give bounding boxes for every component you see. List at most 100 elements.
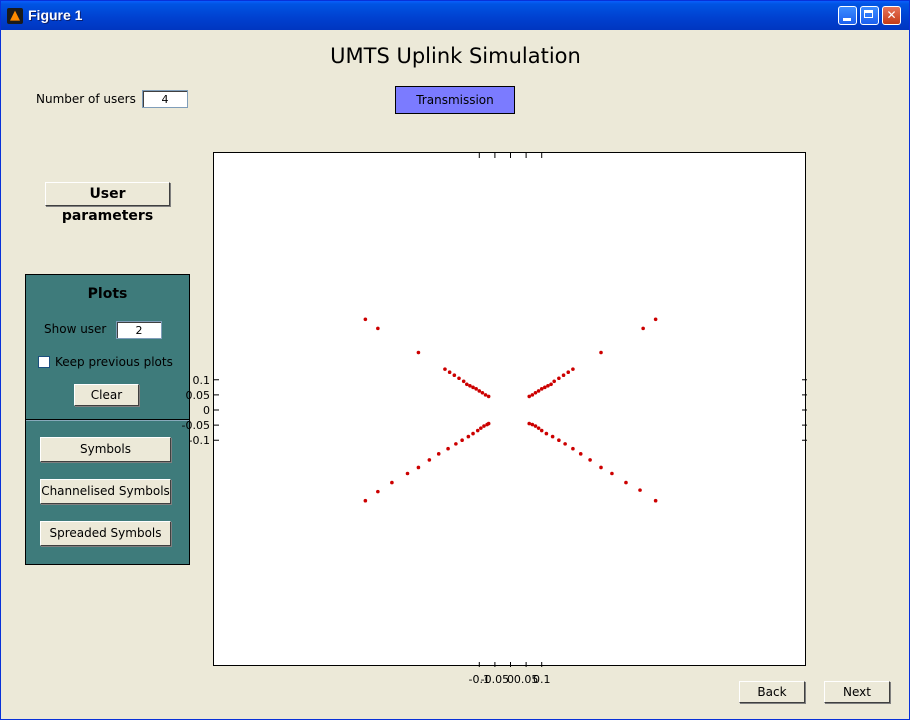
scatter-point: [447, 370, 452, 375]
scatter-point: [641, 326, 645, 331]
scatter-point: [436, 452, 441, 456]
x-tick-label: 0.1: [533, 673, 551, 686]
num-users-label: Number of users: [36, 92, 136, 106]
x-tick-label: -0.05: [481, 673, 509, 686]
scatter-point: [539, 428, 544, 433]
show-user-label: Show user: [44, 322, 107, 336]
page-title: UMTS Uplink Simulation: [330, 44, 581, 68]
scatter-point: [460, 438, 464, 443]
scatter-point: [578, 452, 583, 456]
scatter-point: [475, 428, 480, 433]
scatter-point: [527, 394, 532, 399]
scatter-point: [638, 488, 642, 492]
scatter-point: [454, 442, 458, 446]
scatter-point: [530, 393, 535, 397]
scatter-point: [471, 385, 475, 390]
matlab-icon: ▲: [7, 8, 23, 24]
scatter-point: [376, 489, 380, 494]
scatter-point: [482, 424, 486, 428]
y-tick-label: 0: [203, 404, 210, 417]
close-button[interactable]: ✕: [882, 6, 901, 25]
scatter-point: [557, 438, 561, 443]
minimize-icon: [843, 18, 851, 21]
scatter-point: [530, 422, 535, 427]
plots-panel-title: Plots: [87, 286, 128, 302]
title-bar[interactable]: ▲ Figure 1 ✕: [1, 1, 909, 30]
show-user-input[interactable]: 2: [116, 321, 162, 339]
scatter-point: [563, 442, 567, 446]
scatter-point: [457, 376, 461, 381]
scatter-point: [536, 389, 541, 393]
scatter-point: [550, 434, 555, 439]
scatter-point: [653, 498, 658, 503]
y-tick-label: -0.1: [189, 434, 210, 447]
user-parameters-button[interactable]: User parameters: [45, 182, 170, 224]
scatter-point: [624, 480, 628, 485]
channelised-symbols-button[interactable]: Channelised Symbols: [40, 479, 171, 504]
spreaded-symbols-button[interactable]: Spreaded Symbols: [40, 521, 171, 546]
scatter-point: [486, 421, 491, 426]
minimize-button[interactable]: [838, 6, 857, 25]
scatter-point: [543, 385, 547, 390]
constellation-svg: -0.1-0.050 0.050.10.10.050-0.05-0.1: [182, 153, 807, 686]
close-icon: ✕: [886, 8, 897, 22]
transmission-button[interactable]: Transmission: [395, 86, 515, 114]
scatter-point: [557, 376, 561, 381]
scatter-point: [474, 387, 478, 391]
scatter-point: [588, 458, 592, 462]
figure-client-area: UMTS Uplink Simulation Number of users 4…: [5, 30, 906, 716]
y-tick-label: 0.05: [186, 389, 211, 402]
maximize-button[interactable]: [860, 6, 879, 25]
window-title: Figure 1: [28, 7, 83, 23]
scatter-point: [427, 458, 432, 462]
maximize-icon: [864, 10, 873, 18]
scatter-point: [376, 326, 380, 331]
scatter-point: [536, 426, 541, 430]
next-button[interactable]: Next: [824, 681, 890, 703]
clear-button[interactable]: Clear: [74, 384, 139, 406]
scatter-point: [363, 317, 368, 322]
scatter-point: [443, 367, 447, 371]
keep-previous-label: Keep previous plots: [55, 355, 173, 369]
scatter-point: [539, 387, 544, 391]
scatter-point: [416, 465, 421, 470]
scatter-point: [483, 393, 488, 397]
scatter-point: [571, 367, 575, 371]
scatter-point: [549, 382, 553, 387]
constellation-plot[interactable]: -0.1 -0.05 0 0.05 0.1 0.1 0.05 0 -0.05 -0.1: [182, 152, 807, 686]
keep-previous-checkbox[interactable]: [38, 356, 50, 368]
scatter-point: [466, 434, 471, 439]
num-users-input[interactable]: 4: [142, 90, 188, 108]
scatter-point: [468, 384, 472, 388]
scatter-point: [461, 379, 466, 384]
scatter-point: [552, 379, 556, 384]
scatter-point: [363, 498, 368, 503]
scatter-point: [571, 446, 575, 451]
scatter-point: [653, 317, 658, 322]
scatter-point: [561, 373, 566, 378]
scatter-point: [610, 471, 614, 476]
scatter-point: [452, 373, 457, 378]
scatter-point: [390, 480, 394, 485]
y-tick-label: -0.05: [182, 419, 210, 432]
scatter-point: [405, 471, 410, 476]
scatter-point: [527, 421, 532, 426]
scatter-point: [599, 350, 603, 355]
scatter-point: [566, 370, 571, 375]
back-button[interactable]: Back: [739, 681, 805, 703]
scatter-point: [599, 465, 603, 470]
panel-divider: [26, 419, 189, 421]
scatter-point: [533, 390, 538, 395]
scatter-point: [416, 350, 421, 355]
scatter-point: [471, 431, 475, 436]
scatter-point: [465, 382, 469, 387]
scatter-point: [546, 384, 550, 388]
scatter-point: [544, 431, 549, 436]
symbols-button[interactable]: Symbols: [40, 437, 171, 462]
scatter-point: [533, 424, 538, 428]
scatter-point: [477, 389, 482, 393]
scatter-point: [486, 394, 491, 399]
scatter-point: [446, 446, 450, 451]
figure-window: ▲ Figure 1 ✕ UMTS Uplink Simulation Numb…: [0, 0, 910, 720]
scatter-point: [480, 390, 485, 395]
